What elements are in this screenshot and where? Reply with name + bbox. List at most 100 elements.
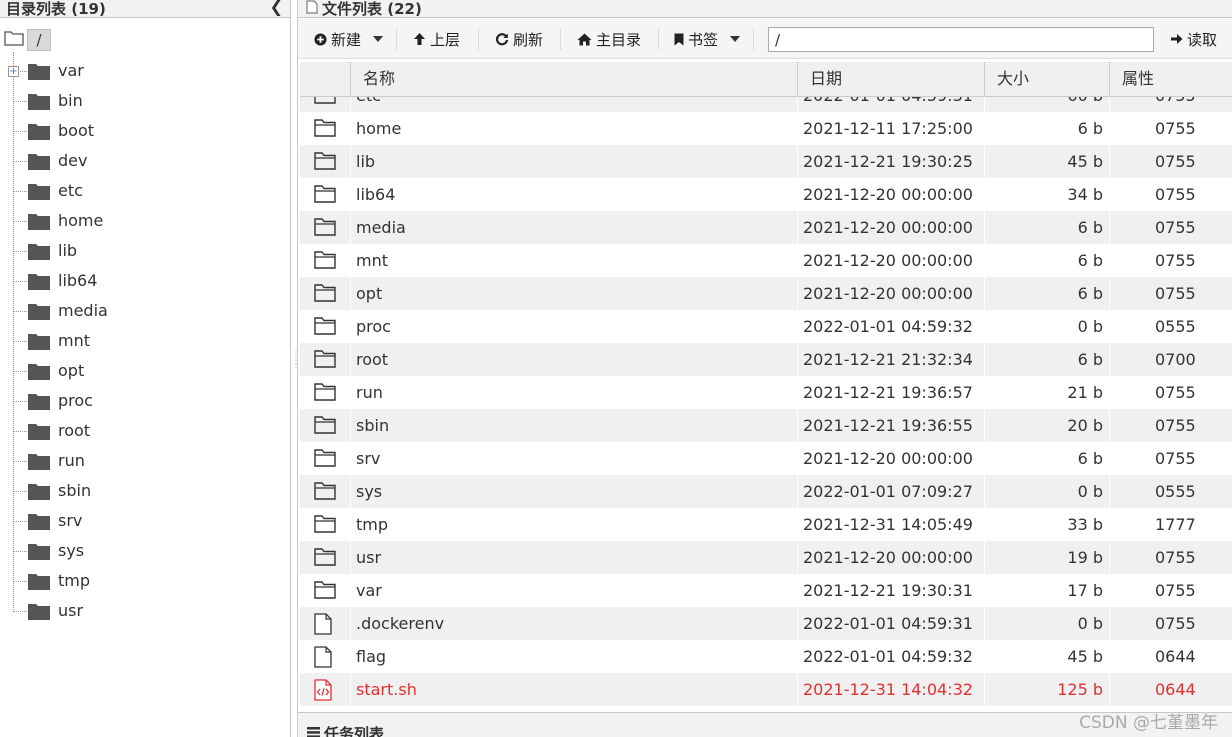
file-name[interactable]: mnt bbox=[356, 251, 388, 270]
column-header-name[interactable]: 名称 bbox=[350, 62, 797, 97]
file-name[interactable]: sbin bbox=[356, 416, 389, 435]
tree-item-srv[interactable]: srv bbox=[0, 506, 280, 536]
file-size: 17 b bbox=[1067, 581, 1103, 600]
tree-item-tmp[interactable]: tmp bbox=[0, 566, 280, 596]
table-row[interactable]: opt 2021-12-20 00:00:00 6 b 0755 bbox=[300, 277, 1232, 310]
file-permissions: 0755 bbox=[1155, 383, 1196, 402]
table-row[interactable]: lib64 2021-12-20 00:00:00 34 b 0755 bbox=[300, 178, 1232, 211]
file-name[interactable]: start.sh bbox=[356, 680, 417, 699]
file-name[interactable]: usr bbox=[356, 548, 381, 567]
tree-item-etc[interactable]: etc bbox=[0, 176, 280, 206]
folder-icon bbox=[28, 154, 50, 170]
tree-root-label[interactable]: / bbox=[27, 29, 51, 51]
table-row[interactable]: tmp 2021-12-31 14:05:49 33 b 1777 bbox=[300, 508, 1232, 541]
new-button[interactable]: 新建 bbox=[314, 28, 384, 50]
file-name[interactable]: tmp bbox=[356, 515, 388, 534]
table-row[interactable]: root 2021-12-21 21:32:34 6 b 0700 bbox=[300, 343, 1232, 376]
file-name[interactable]: lib bbox=[356, 152, 375, 171]
tree-item-lib[interactable]: lib bbox=[0, 236, 280, 266]
table-row[interactable]: sys 2022-01-01 07:09:27 0 b 0555 bbox=[300, 475, 1232, 508]
file-name[interactable]: sys bbox=[356, 482, 382, 501]
file-name[interactable]: home bbox=[356, 119, 401, 138]
table-row[interactable]: flag 2022-01-01 04:59:32 45 b 0644 bbox=[300, 640, 1232, 673]
file-name[interactable]: lib64 bbox=[356, 185, 395, 204]
tree-item-mnt[interactable]: mnt bbox=[0, 326, 280, 356]
folder-icon bbox=[28, 244, 50, 260]
table-row[interactable]: srv 2021-12-20 00:00:00 6 b 0755 bbox=[300, 442, 1232, 475]
table-row[interactable]: .dockerenv 2022-01-01 04:59:31 0 b 0755 bbox=[300, 607, 1232, 640]
column-header-date[interactable]: 日期 bbox=[797, 62, 984, 97]
file-name[interactable]: run bbox=[356, 383, 383, 402]
file-date: 2021-12-20 00:00:00 bbox=[803, 251, 973, 270]
file-date: 2021-12-11 17:25:00 bbox=[803, 119, 973, 138]
file-name[interactable]: srv bbox=[356, 449, 380, 468]
file-name[interactable]: var bbox=[356, 581, 382, 600]
folder-icon bbox=[314, 218, 336, 236]
up-level-button[interactable]: 上层 bbox=[413, 28, 460, 50]
tree-item-lib64[interactable]: lib64 bbox=[0, 266, 280, 296]
tree-item-run[interactable]: run bbox=[0, 446, 280, 476]
home-button[interactable]: 主目录 bbox=[577, 28, 641, 50]
tree-item-sys[interactable]: sys bbox=[0, 536, 280, 566]
column-header-size[interactable]: 大小 bbox=[984, 62, 1109, 97]
tree-item-sbin[interactable]: sbin bbox=[0, 476, 280, 506]
tree-item-media[interactable]: media bbox=[0, 296, 280, 326]
tree-item-proc[interactable]: proc bbox=[0, 386, 280, 416]
path-input[interactable] bbox=[768, 27, 1154, 52]
tree-item-var[interactable]: + var bbox=[0, 56, 280, 86]
table-row[interactable]: proc 2022-01-01 04:59:32 0 b 0555 bbox=[300, 310, 1232, 343]
tree-item-dev[interactable]: dev bbox=[0, 146, 280, 176]
file-name[interactable]: root bbox=[356, 350, 388, 369]
file-name[interactable]: proc bbox=[356, 317, 391, 336]
table-row[interactable]: run 2021-12-21 19:36:57 21 b 0755 bbox=[300, 376, 1232, 409]
tree-item-root[interactable]: root bbox=[0, 416, 280, 446]
arrow-right-icon bbox=[1171, 34, 1183, 44]
tree-connector-line bbox=[13, 611, 27, 612]
table-row-partial[interactable]: etc 2022-01-01 04:59:31 60 b 0755 bbox=[300, 97, 1232, 112]
file-size: 6 b bbox=[1077, 350, 1103, 369]
table-row[interactable]: usr 2021-12-20 00:00:00 19 b 0755 bbox=[300, 541, 1232, 574]
tree-connector-line bbox=[13, 161, 27, 162]
file-name[interactable]: etc bbox=[356, 97, 381, 105]
file-name[interactable]: flag bbox=[356, 647, 386, 666]
table-row[interactable]: lib 2021-12-21 19:30:25 45 b 0755 bbox=[300, 145, 1232, 178]
tree-item-usr[interactable]: usr bbox=[0, 596, 280, 626]
tree-item-bin[interactable]: bin bbox=[0, 86, 280, 116]
tree-item-label: etc bbox=[58, 181, 83, 200]
file-name[interactable]: opt bbox=[356, 284, 382, 303]
table-row[interactable]: sbin 2021-12-21 19:36:55 20 b 0755 bbox=[300, 409, 1232, 442]
file-date: 2021-12-31 14:05:49 bbox=[803, 515, 973, 534]
tree-item-label: dev bbox=[58, 151, 88, 170]
tree-item-label: boot bbox=[58, 121, 95, 140]
table-row[interactable]: mnt 2021-12-20 00:00:00 6 b 0755 bbox=[300, 244, 1232, 277]
directory-tree-title: 目录列表 (19) bbox=[6, 0, 106, 18]
tree-item-home[interactable]: home bbox=[0, 206, 280, 236]
arrow-up-icon bbox=[414, 33, 425, 45]
bookmark-button[interactable]: 书签 bbox=[674, 28, 741, 50]
tree-connector-line bbox=[13, 191, 27, 192]
table-row[interactable]: media 2021-12-20 00:00:00 6 b 0755 bbox=[300, 211, 1232, 244]
file-permissions: 0755 bbox=[1155, 548, 1196, 567]
table-row[interactable]: start.sh 2021-12-31 14:04:32 125 b 0644 bbox=[300, 673, 1232, 706]
read-label: 读取 bbox=[1187, 30, 1218, 49]
file-icon bbox=[314, 646, 332, 668]
expand-icon[interactable]: + bbox=[8, 66, 19, 77]
table-row[interactable]: var 2021-12-21 19:30:31 17 b 0755 bbox=[300, 574, 1232, 607]
file-permissions: 0755 bbox=[1155, 581, 1196, 600]
file-date: 2021-12-21 19:36:55 bbox=[803, 416, 973, 435]
tree-item-opt[interactable]: opt bbox=[0, 356, 280, 386]
file-name[interactable]: media bbox=[356, 218, 406, 237]
folder-icon bbox=[28, 214, 50, 230]
read-button[interactable]: 读取 bbox=[1170, 28, 1217, 50]
column-header-perm[interactable]: 属性 bbox=[1109, 62, 1232, 97]
file-date: 2021-12-21 19:36:57 bbox=[803, 383, 973, 402]
file-permissions: 0755 bbox=[1155, 614, 1196, 633]
refresh-button[interactable]: 刷新 bbox=[495, 28, 543, 50]
tree-item-boot[interactable]: boot bbox=[0, 116, 280, 146]
toolbar-divider bbox=[753, 28, 754, 50]
tree-connector-line bbox=[13, 311, 27, 312]
chevron-left-icon[interactable]: ❮ bbox=[270, 0, 283, 16]
file-name[interactable]: .dockerenv bbox=[356, 614, 444, 633]
folder-icon bbox=[314, 97, 336, 104]
table-row[interactable]: home 2021-12-11 17:25:00 6 b 0755 bbox=[300, 112, 1232, 145]
